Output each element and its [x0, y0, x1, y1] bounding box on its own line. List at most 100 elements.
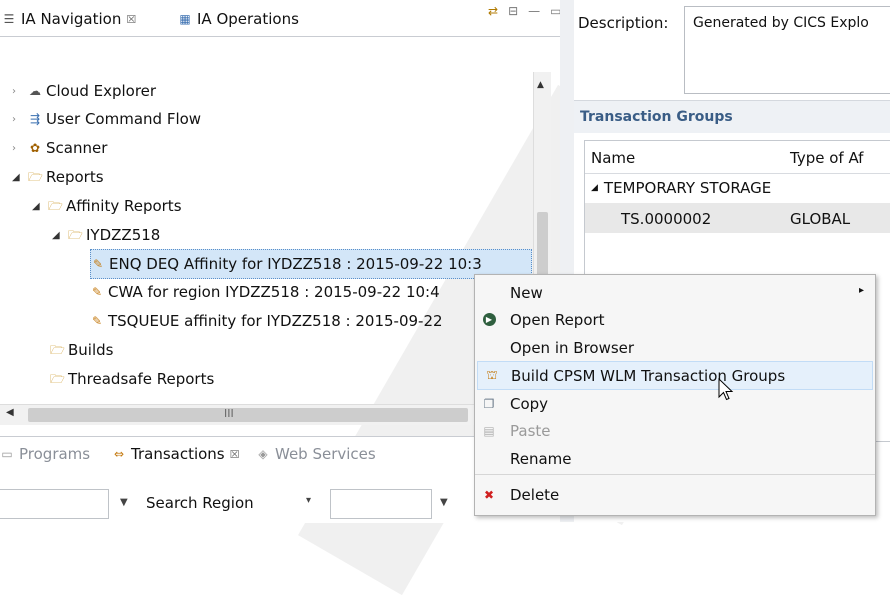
tree-horizontal-scrollbar[interactable]: ◀ III — [0, 404, 548, 425]
web-services-icon: ◈ — [258, 447, 268, 461]
expand-icon[interactable]: › — [12, 86, 24, 97]
tree-item-tsqueue-report[interactable]: ✎ TSQUEUE affinity for IYDZZ518 : 2015-0… — [90, 307, 443, 335]
menu-item-label: Copy — [510, 394, 549, 413]
report-icon: ✎ — [91, 285, 103, 299]
tree-item-label: Builds — [68, 341, 114, 359]
tree-item-label: User Command Flow — [46, 110, 202, 128]
tab-web-services[interactable]: ◈ Web Services — [256, 441, 375, 467]
tree-item-cwa-report[interactable]: ✎ CWA for region IYDZZ518 : 2015-09-22 1… — [90, 278, 440, 306]
flow-icon: ⇶ — [29, 112, 41, 126]
tree-item-enq-deq-report[interactable]: ✎ ENQ DEQ Affinity for IYDZZ518 : 2015-0… — [90, 249, 532, 279]
collapse-icon[interactable]: ◢ — [52, 230, 64, 241]
tab-transactions[interactable]: ⇔ Transactions ☒ — [112, 441, 240, 467]
tab-label: IA Operations — [197, 10, 299, 28]
tree-item-label: CWA for region IYDZZ518 : 2015-09-22 10:… — [108, 283, 440, 301]
tree-item-user-command-flow[interactable]: › ⇶ User Command Flow — [12, 105, 201, 133]
menu-item-label: Delete — [510, 485, 560, 504]
expand-icon[interactable]: › — [12, 143, 24, 154]
scroll-thumb[interactable]: III — [28, 407, 468, 422]
column-header-name[interactable]: Name — [591, 149, 635, 167]
tree-item-label: TSQUEUE affinity for IYDZZ518 : 2015-09-… — [108, 312, 443, 330]
folder-icon: 🗁 — [50, 343, 65, 357]
cell-name: TS.0000002 — [621, 210, 712, 228]
mouse-pointer-icon — [718, 378, 734, 401]
menu-item-new[interactable]: New ▸ — [475, 279, 875, 306]
menu-item-open-in-browser[interactable]: Open in Browser — [475, 334, 875, 361]
tab-ia-operations[interactable]: ▦ IA Operations — [178, 6, 299, 32]
delete-icon: ✖ — [483, 487, 495, 502]
folder-icon: 🗁 — [50, 372, 65, 386]
collapse-icon[interactable]: ◢ — [591, 183, 598, 193]
search-region-label: Search Region — [146, 494, 254, 512]
tree-item-label: ENQ DEQ Affinity for IYDZZ518 : 2015-09-… — [109, 255, 482, 273]
collapse-icon[interactable]: ◢ — [12, 172, 24, 183]
tab-label: Programs — [19, 445, 91, 463]
tree-item-label: Cloud Explorer — [46, 82, 157, 100]
collapse-all-icon[interactable]: ⊟ — [508, 4, 518, 18]
navigation-tree: › ☁ Cloud Explorer › ⇶ User Command Flow… — [0, 72, 548, 404]
tree-item-builds[interactable]: 🗁 Builds — [50, 336, 113, 364]
menu-item-rename[interactable]: Rename — [475, 445, 875, 472]
expand-icon[interactable]: › — [12, 114, 24, 125]
dropdown-arrow-icon[interactable]: ▼ — [120, 497, 128, 508]
tab-label: Transactions — [131, 445, 225, 463]
close-tab-icon[interactable]: ☒ — [126, 13, 136, 26]
menu-item-label: Open in Browser — [510, 338, 635, 357]
dropdown-arrow-icon[interactable]: ▼ — [440, 497, 448, 508]
tab-label: IA Navigation — [21, 10, 122, 28]
table-header: Name Type of Af — [585, 141, 890, 174]
scroll-left-icon[interactable]: ◀ — [6, 407, 14, 418]
close-tab-icon[interactable]: ☒ — [230, 448, 240, 461]
filter-input[interactable] — [0, 489, 109, 519]
folder-icon: 🗁 — [48, 199, 63, 213]
sync-icon[interactable]: ⇄ — [488, 4, 498, 18]
collapse-icon[interactable]: ◢ — [32, 201, 44, 212]
programs-icon: ▭ — [1, 447, 13, 461]
region-combo[interactable] — [330, 489, 432, 519]
dropdown-arrow-icon[interactable]: ▾ — [306, 495, 311, 506]
tree-item-cloud-explorer[interactable]: › ☁ Cloud Explorer — [12, 77, 156, 105]
tree-item-affinity-reports[interactable]: ◢ 🗁 Affinity Reports — [32, 192, 182, 220]
menu-item-paste[interactable]: ▤ Paste — [475, 417, 875, 444]
table-row[interactable]: TS.0000002 GLOBAL — [585, 203, 890, 233]
tree-item-label: IYDZZ518 — [86, 226, 161, 244]
open-report-icon: ▶ — [481, 312, 497, 328]
reports-folder-icon: 🗁 — [28, 170, 43, 184]
operations-tab-icon: ▦ — [179, 12, 191, 26]
tree-item-threadsafe-reports[interactable]: 🗁 Threadsafe Reports — [50, 365, 214, 393]
tab-programs[interactable]: ▭ Programs — [0, 441, 90, 467]
copy-icon: ❐ — [483, 396, 495, 411]
group-label: TEMPORARY STORAGE — [603, 179, 772, 197]
menu-item-build-cpsm-wlm[interactable]: ⛫ Build CPSM WLM Transaction Groups — [477, 361, 873, 390]
minimize-icon[interactable]: — — [528, 4, 540, 18]
transactions-icon: ⇔ — [113, 447, 125, 461]
report-icon: ✎ — [91, 314, 103, 328]
report-icon: ✎ — [92, 257, 104, 271]
context-menu: New ▸ ▶ Open Report Open in Browser ⛫ Bu… — [474, 274, 876, 516]
tree-item-reports[interactable]: ◢ 🗁 Reports — [12, 163, 104, 191]
section-header[interactable]: Transaction Groups — [574, 100, 890, 133]
description-value: Generated by CICS Explo — [693, 15, 869, 31]
tree-item-iydzz518[interactable]: ◢ 🗁 IYDZZ518 — [52, 221, 160, 249]
tab-ia-navigation[interactable]: ☰ IA Navigation ☒ — [2, 6, 137, 32]
menu-item-label: Build CPSM WLM Transaction Groups — [511, 366, 786, 385]
tree-item-label: Affinity Reports — [66, 197, 182, 215]
menu-item-open-report[interactable]: ▶ Open Report — [475, 306, 875, 333]
menu-item-copy[interactable]: ❐ Copy — [475, 390, 875, 417]
build-groups-icon: ⛫ — [486, 367, 498, 382]
menu-item-delete[interactable]: ✖ Delete — [475, 481, 875, 508]
scanner-icon: ✿ — [29, 141, 41, 155]
submenu-arrow-icon: ▸ — [859, 285, 865, 296]
cloud-icon: ☁ — [29, 84, 41, 98]
column-header-type[interactable]: Type of Af — [790, 149, 863, 167]
menu-item-label: New — [510, 283, 543, 302]
group-row[interactable]: ◢ TEMPORARY STORAGE — [591, 179, 771, 197]
tree-item-label: Reports — [46, 168, 104, 186]
paste-icon: ▤ — [483, 423, 495, 438]
scroll-up-icon[interactable]: ▲ — [537, 80, 544, 90]
tree-item-scanner[interactable]: › ✿ Scanner — [12, 134, 107, 162]
tree-item-label: Threadsafe Reports — [68, 370, 215, 388]
section-title: Transaction Groups — [580, 109, 733, 125]
view-toolbar: ⇄ ⊟ — ▭ — [488, 4, 561, 18]
description-field[interactable]: Generated by CICS Explo — [684, 6, 890, 94]
